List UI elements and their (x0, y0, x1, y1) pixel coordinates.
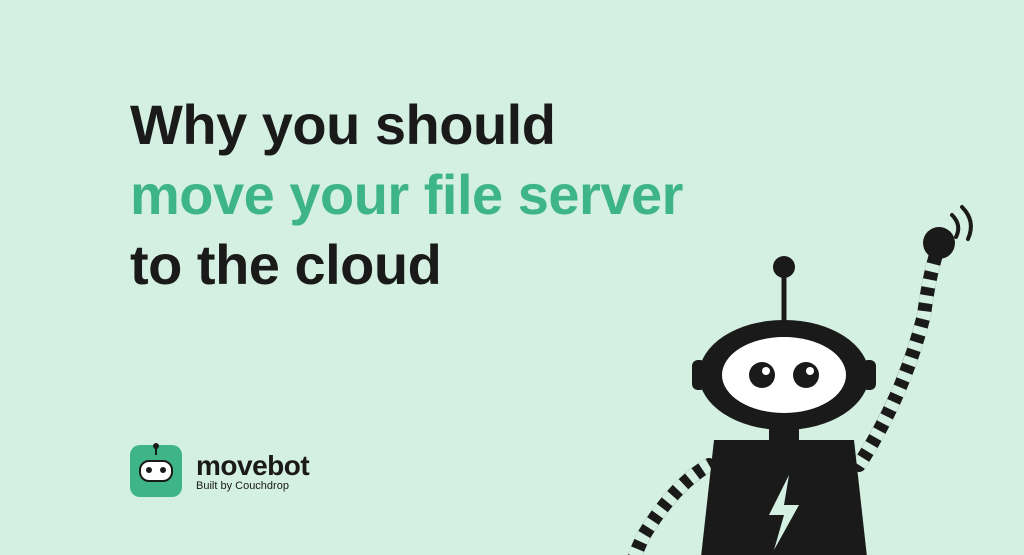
logo-name: movebot (196, 450, 309, 482)
robot-body (699, 440, 869, 555)
headline-line-3: to the cloud (130, 233, 441, 296)
robot-head-icon (139, 460, 173, 482)
brand-logo: movebot Built by Couchdrop (130, 445, 309, 497)
robot-right-arm (859, 207, 971, 465)
robot-antenna (773, 256, 795, 325)
logo-tagline: Built by Couchdrop (196, 480, 309, 492)
robot-head (692, 320, 876, 430)
headline-line-1: Why you should (130, 93, 555, 156)
logo-icon (130, 445, 182, 497)
robot-left-arm (629, 465, 709, 555)
banner-container: Why you should move your file server to … (0, 0, 1024, 535)
robot-antenna-icon (155, 447, 157, 455)
logo-text-block: movebot Built by Couchdrop (196, 450, 309, 492)
robot-mascot-illustration (584, 195, 984, 555)
